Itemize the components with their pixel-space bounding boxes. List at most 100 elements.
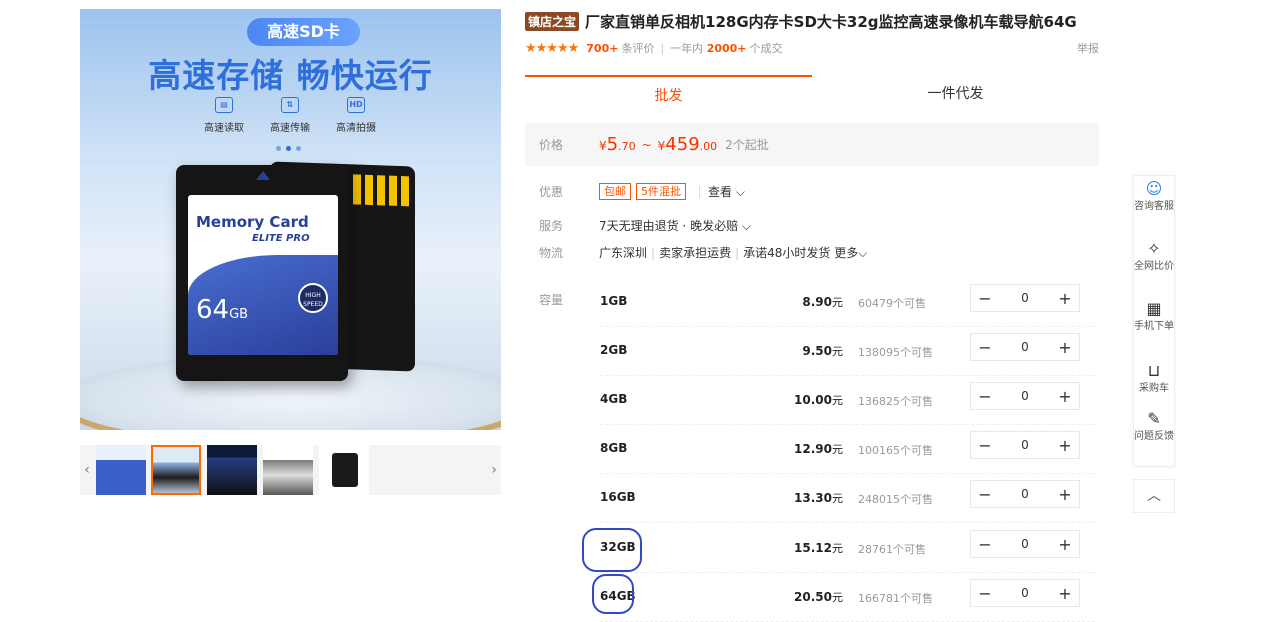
decrease-button[interactable]: − bbox=[971, 584, 999, 603]
tab-dropship[interactable]: 一件代发 bbox=[812, 75, 1099, 113]
hd-icon: HD bbox=[347, 97, 365, 113]
quantity-input[interactable]: 0 bbox=[999, 438, 1051, 452]
sku-price: 9.50元 bbox=[802, 344, 843, 358]
increase-button[interactable]: + bbox=[1051, 584, 1079, 603]
thumbnail-1[interactable] bbox=[96, 445, 146, 495]
increase-button[interactable]: + bbox=[1051, 338, 1079, 357]
sku-row: 8GB 12.90元 100165个可售 − 0 + bbox=[600, 425, 1095, 474]
increase-button[interactable]: + bbox=[1051, 485, 1079, 504]
sku-price: 8.90元 bbox=[802, 295, 843, 309]
decrease-button[interactable]: − bbox=[971, 485, 999, 504]
sidebar-cart[interactable]: ⊔ 采购车 bbox=[1134, 362, 1174, 396]
year-label: 一年内 bbox=[670, 42, 704, 55]
sku-stock: 100165个可售 bbox=[858, 444, 933, 457]
quantity-stepper: − 0 + bbox=[970, 579, 1080, 607]
sidebar-consult[interactable]: ☺ 咨询客服 bbox=[1134, 180, 1174, 214]
sku-name: 16GB bbox=[600, 490, 636, 504]
feature-list: ▤ 高速读取 ⇅ 高速传输 HD 高清拍摄 bbox=[198, 97, 382, 134]
chat-icon: ☺ bbox=[1145, 179, 1163, 198]
logistics-more-link[interactable]: 更多⌵ bbox=[834, 244, 867, 261]
sku-row: 4GB 10.00元 136825个可售 − 0 + bbox=[600, 376, 1095, 425]
annotation-circle-64gb bbox=[592, 574, 634, 614]
qrcode-icon: ▦ bbox=[1146, 299, 1162, 318]
logistics-freight: 卖家承担运费 bbox=[659, 246, 732, 260]
offers-view-link[interactable]: 查看 ⌵ bbox=[708, 183, 745, 200]
service-label: 服务 bbox=[539, 219, 564, 233]
carousel-dot-active[interactable] bbox=[286, 146, 291, 151]
reviews-count[interactable]: 700+ bbox=[586, 42, 618, 55]
tab-wholesale[interactable]: 批发 bbox=[525, 75, 812, 113]
sku-row: 2GB 9.50元 138095个可售 − 0 + bbox=[600, 327, 1095, 376]
feature-label: 高速传输 bbox=[270, 123, 310, 134]
quantity-input[interactable]: 0 bbox=[999, 389, 1051, 403]
min-order: 2个起批 bbox=[725, 138, 769, 152]
sku-price: 15.12元 bbox=[794, 541, 843, 555]
quantity-stepper: − 0 + bbox=[970, 431, 1080, 459]
feature-label: 高清拍摄 bbox=[336, 123, 376, 134]
thumbnail-5[interactable] bbox=[319, 445, 369, 495]
decrease-button[interactable]: − bbox=[971, 436, 999, 455]
mixed-batch-pill: 5件混批 bbox=[636, 183, 686, 200]
cart-icon: ⊔ bbox=[1147, 361, 1161, 380]
card-capacity: 64GB bbox=[196, 295, 249, 325]
quantity-input[interactable]: 0 bbox=[999, 291, 1051, 305]
sd-card-front: Memory Card ELITE PRO 64GB HIGH SPEED bbox=[176, 165, 348, 381]
main-product-image[interactable]: 高速SD卡 高速存储 畅快运行 ▤ 高速读取 ⇅ 高速传输 HD 高清拍摄 Me… bbox=[80, 9, 501, 430]
carousel-dots[interactable] bbox=[276, 146, 301, 151]
quantity-stepper: − 0 + bbox=[970, 530, 1080, 558]
thumbnail-2-selected[interactable] bbox=[151, 445, 201, 495]
carousel-dot[interactable] bbox=[276, 146, 281, 151]
increase-button[interactable]: + bbox=[1051, 535, 1079, 554]
increase-button[interactable]: + bbox=[1051, 289, 1079, 308]
sku-price: 12.90元 bbox=[794, 442, 843, 456]
quantity-input[interactable]: 0 bbox=[999, 487, 1051, 501]
quantity-stepper: − 0 + bbox=[970, 333, 1080, 361]
sold-count: 2000+ bbox=[706, 41, 747, 55]
sku-stock: 28761个可售 bbox=[858, 543, 926, 556]
sidebar-mobile[interactable]: ▦ 手机下单 bbox=[1134, 300, 1174, 334]
feature-transfer: ⇅ 高速传输 bbox=[264, 97, 316, 134]
increase-button[interactable]: + bbox=[1051, 387, 1079, 406]
thumbnail-strip: ‹ › bbox=[80, 445, 501, 495]
decrease-button[interactable]: − bbox=[971, 387, 999, 406]
sidebar-feedback[interactable]: ✎ 问题反馈 bbox=[1134, 410, 1174, 444]
sku-name: 2GB bbox=[600, 343, 628, 357]
image-headline: 高速存储 畅快运行 bbox=[148, 56, 433, 95]
price-high: ¥459.00 bbox=[657, 134, 718, 155]
feature-label: 高速读取 bbox=[204, 123, 244, 134]
decrease-button[interactable]: − bbox=[971, 338, 999, 357]
high-speed-badge: HIGH SPEED bbox=[298, 283, 328, 313]
sku-row: 64GB 20.50元 166781个可售 − 0 + bbox=[600, 573, 1095, 622]
thumb-prev-icon[interactable]: ‹ bbox=[80, 445, 94, 495]
capacity-label: 容量 bbox=[539, 293, 564, 307]
decrease-button[interactable]: − bbox=[971, 535, 999, 554]
quantity-input[interactable]: 0 bbox=[999, 537, 1051, 551]
service-text[interactable]: 7天无理由退货 · 晚发必赔 ⌵ bbox=[599, 217, 751, 234]
quantity-stepper: − 0 + bbox=[970, 382, 1080, 410]
card-subtitle: ELITE PRO bbox=[252, 233, 310, 244]
price-box: 价格 ¥5.70 ~ ¥459.00 2个起批 bbox=[525, 123, 1099, 166]
back-to-top-button[interactable]: ︿ bbox=[1133, 479, 1175, 513]
thumbnail-4[interactable] bbox=[263, 445, 313, 495]
thumb-next-icon[interactable]: › bbox=[487, 445, 501, 495]
quantity-input[interactable]: 0 bbox=[999, 586, 1051, 600]
sidebar-compare[interactable]: ✧ 全网比价 bbox=[1134, 240, 1174, 274]
feature-hd: HD 高清拍摄 bbox=[330, 97, 382, 134]
sku-price: 10.00元 bbox=[794, 393, 843, 407]
floating-sidebar: ☺ 咨询客服 ✧ 全网比价 ▦ 手机下单 ⊔ 采购车 ✎ 问题反馈 bbox=[1133, 175, 1175, 467]
service-row: 服务 7天无理由退货 · 晚发必赔 ⌵ bbox=[525, 217, 751, 234]
puzzle-icon: ✧ bbox=[1147, 239, 1161, 258]
carousel-dot[interactable] bbox=[296, 146, 301, 151]
quantity-input[interactable]: 0 bbox=[999, 340, 1051, 354]
shop-tag: 镇店之宝 bbox=[525, 12, 580, 31]
thumbnail-3[interactable] bbox=[207, 445, 257, 495]
sd-card-badge: 高速SD卡 bbox=[247, 18, 360, 46]
report-link[interactable]: 举报 bbox=[1077, 40, 1099, 56]
increase-button[interactable]: + bbox=[1051, 436, 1079, 455]
quantity-stepper: − 0 + bbox=[970, 480, 1080, 508]
offers-label: 优惠 bbox=[539, 185, 564, 199]
decrease-button[interactable]: − bbox=[971, 289, 999, 308]
sku-stock: 138095个可售 bbox=[858, 346, 933, 359]
sd-card-label: Memory Card ELITE PRO 64GB HIGH SPEED bbox=[188, 195, 338, 355]
edit-icon: ✎ bbox=[1147, 409, 1161, 428]
